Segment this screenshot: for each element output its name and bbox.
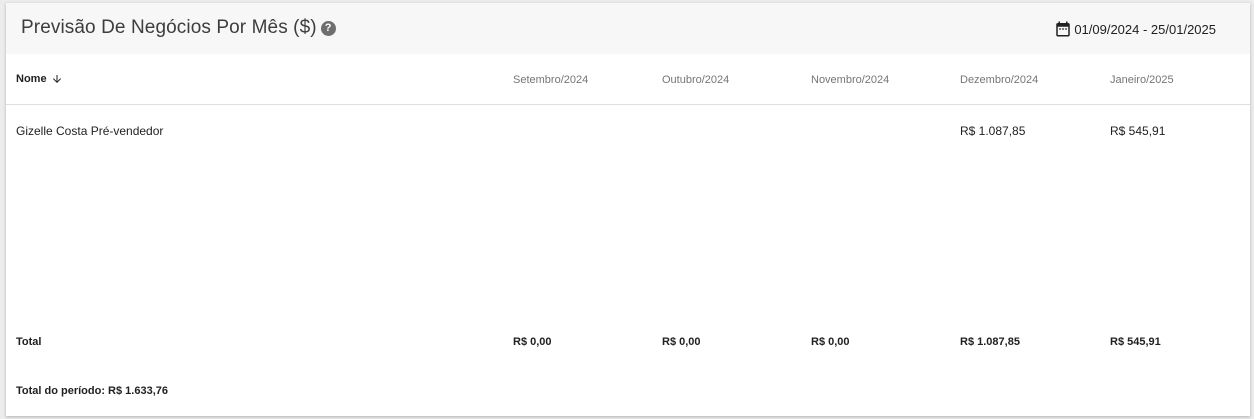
total-value: R$ 545,91 [1110, 336, 1161, 348]
column-header-name-label: Nome [16, 73, 47, 85]
column-header-month[interactable]: Dezembro/2024 [960, 74, 1038, 86]
card-title: Previsão De Negócios Por Mês ($) ? [21, 17, 336, 39]
column-header-month[interactable]: Novembro/2024 [811, 74, 889, 86]
total-value: R$ 0,00 [811, 336, 850, 348]
date-range-text: 01/09/2024 - 25/01/2025 [1074, 21, 1216, 37]
cell-value: R$ 545,91 [1110, 124, 1166, 138]
totals-row: Total R$ 0,00 R$ 0,00 R$ 0,00 R$ 1.087,8… [6, 321, 1250, 361]
arrow-down-icon [52, 75, 61, 83]
calendar-icon [1056, 21, 1071, 37]
total-value: R$ 1.087,85 [960, 336, 1020, 348]
table-header-row: Nome Setembro/2024 Outubro/2024 Novembro… [6, 54, 1250, 105]
table-row: Gizelle Costa Pré-vendedor R$ 1.087,85 R… [6, 105, 1250, 155]
period-total: Total do período: R$ 1.633,76 [16, 385, 168, 397]
column-header-month[interactable]: Janeiro/2025 [1110, 74, 1174, 86]
column-header-month[interactable]: Setembro/2024 [513, 74, 588, 86]
cell-value: R$ 1.087,85 [960, 124, 1026, 138]
cell-name: Gizelle Costa Pré-vendedor [16, 124, 164, 138]
help-circle-icon[interactable]: ? [320, 20, 336, 36]
card-header: Previsão De Negócios Por Mês ($) ? 01/09… [6, 3, 1250, 54]
forecast-card: Previsão De Negócios Por Mês ($) ? 01/09… [6, 3, 1250, 416]
column-header-name[interactable]: Nome [16, 73, 63, 85]
total-value: R$ 0,00 [662, 336, 701, 348]
total-value: R$ 0,00 [513, 336, 552, 348]
card-title-text: Previsão De Negócios Por Mês ($) [21, 17, 317, 38]
date-range-picker[interactable]: 01/09/2024 - 25/01/2025 [1054, 20, 1216, 38]
total-label: Total [16, 336, 42, 348]
column-header-month[interactable]: Outubro/2024 [662, 74, 729, 86]
